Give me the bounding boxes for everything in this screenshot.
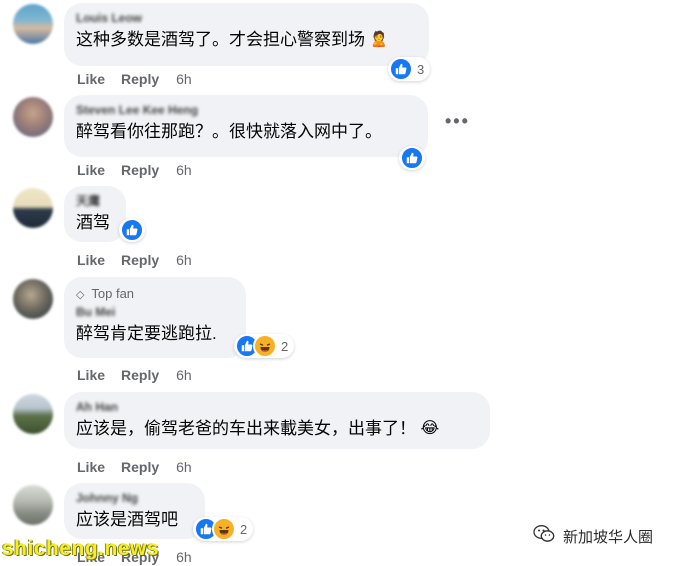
comment-bubble: 天鹰 酒驾: [64, 186, 126, 242]
comment-bubble: Ah Han 应该是，偷驾老爸的车出来載美女，出事了！ 😂: [64, 392, 490, 449]
comment-actions: Like Reply 6h: [77, 162, 208, 178]
commenter-name[interactable]: 天鹰: [76, 194, 114, 209]
reaction-count: 3: [417, 61, 425, 77]
avatar[interactable]: [13, 188, 53, 228]
like-button[interactable]: Like: [77, 459, 105, 475]
top-fan-label: Top fan: [91, 286, 135, 301]
timestamp[interactable]: 6h: [176, 252, 192, 268]
like-button[interactable]: Like: [77, 71, 105, 87]
like-reaction-icon: [120, 218, 144, 242]
timestamp[interactable]: 6h: [176, 162, 192, 178]
more-options-button[interactable]: •••: [445, 111, 470, 132]
reply-button[interactable]: Reply: [121, 252, 159, 268]
reaction-count: 2: [281, 338, 289, 354]
comment-actions: Like Reply 6h: [77, 459, 208, 475]
haha-reaction-icon: [212, 517, 236, 541]
reply-button[interactable]: Reply: [121, 367, 159, 383]
watermark-shicheng: shicheng.news: [2, 537, 160, 560]
person-emoji-icon: 🙎: [369, 31, 389, 48]
comment-text: 应该是酒驾吧: [76, 510, 178, 529]
comment-text: 这种多数是酒驾了。才会担心警察到场: [76, 30, 365, 49]
commenter-name[interactable]: Ah Han: [76, 400, 478, 415]
avatar[interactable]: [13, 97, 53, 137]
timestamp[interactable]: 6h: [176, 549, 192, 565]
comment-text: 应该是，偷驾老爸的车出来載美女，出事了！: [76, 419, 416, 438]
commenter-name[interactable]: Johnny Ng: [76, 491, 193, 506]
comment-text: 醉驾肯定要逃跑拉.: [76, 324, 217, 343]
reaction-summary[interactable]: 2: [193, 517, 254, 541]
timestamp[interactable]: 6h: [176, 71, 192, 87]
like-reaction-icon: [400, 146, 424, 170]
like-reaction-icon: [389, 57, 413, 81]
reply-button[interactable]: Reply: [121, 71, 159, 87]
timestamp[interactable]: 6h: [176, 367, 192, 383]
comment-bubble: ◇ Top fan Bu Mei 醉驾肯定要逃跑拉.: [64, 277, 246, 358]
comment-bubble: Johnny Ng 应该是酒驾吧: [64, 483, 205, 539]
avatar[interactable]: [13, 279, 53, 319]
haha-reaction-icon: [253, 334, 277, 358]
diamond-icon: ◇: [76, 289, 85, 301]
comment-bubble: Louis Leow 这种多数是酒驾了。才会担心警察到场 🙎: [64, 3, 429, 66]
top-fan-badge: ◇ Top fan: [76, 285, 234, 302]
like-button[interactable]: Like: [77, 367, 105, 383]
reaction-summary[interactable]: 3: [388, 57, 431, 81]
commenter-name[interactable]: Louis Leow: [76, 11, 417, 26]
avatar[interactable]: [13, 4, 53, 44]
commenter-name[interactable]: Steven Lee Kee Heng: [76, 103, 416, 118]
comment-actions: Like Reply 6h: [77, 367, 208, 383]
watermark-wechat: 新加坡华人圈: [533, 524, 653, 548]
comment-bubble: Steven Lee Kee Heng 醉驾看你往那跑？。很快就落入网中了。: [64, 95, 428, 157]
like-button[interactable]: Like: [77, 252, 105, 268]
reply-button[interactable]: Reply: [121, 162, 159, 178]
reaction-summary[interactable]: [399, 146, 425, 170]
timestamp[interactable]: 6h: [176, 459, 192, 475]
reaction-count: 2: [240, 521, 248, 537]
commenter-name[interactable]: Bu Mei: [76, 305, 234, 320]
reaction-summary[interactable]: 2: [234, 334, 295, 358]
avatar[interactable]: [13, 394, 53, 434]
like-button[interactable]: Like: [77, 162, 105, 178]
comment-text: 醉驾看你往那跑？。很快就落入网中了。: [76, 122, 382, 141]
avatar[interactable]: [13, 485, 53, 525]
comment-text: 酒驾: [76, 213, 110, 232]
laughing-emoji-icon: 😂: [420, 420, 440, 437]
reaction-summary[interactable]: [119, 218, 145, 242]
wechat-account-name: 新加坡华人圈: [563, 528, 654, 546]
reply-button[interactable]: Reply: [121, 459, 159, 475]
comment-actions: Like Reply 6h: [77, 71, 208, 87]
comment-actions: Like Reply 6h: [77, 252, 208, 268]
wechat-icon: [533, 524, 555, 548]
